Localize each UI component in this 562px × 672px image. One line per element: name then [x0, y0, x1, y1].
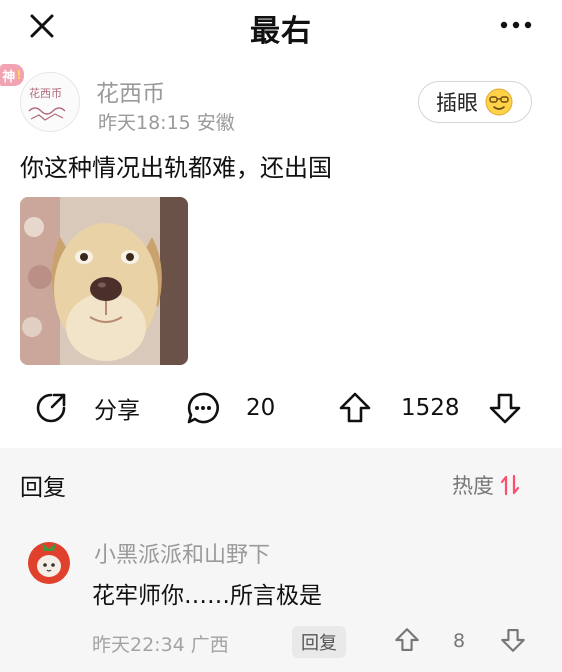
badge-mark: !	[16, 68, 22, 82]
sort-by-hot-button[interactable]: 热度	[452, 470, 520, 500]
sort-arrows-icon	[500, 474, 520, 496]
tomato-cat-avatar-icon	[28, 542, 70, 584]
upvote-button[interactable]	[338, 390, 372, 426]
upvote-arrow-icon	[395, 628, 419, 652]
dog-photo-icon	[20, 197, 188, 365]
top-bar: 最右	[0, 0, 562, 52]
commenter-avatar[interactable]	[24, 536, 74, 586]
avatar-text: 花西币	[29, 87, 62, 100]
more-button[interactable]	[494, 10, 538, 40]
comment-time-location: 昨天22:34 广西	[92, 634, 229, 656]
badge-text: 神	[2, 69, 16, 85]
comment-button[interactable]: 20	[186, 390, 275, 426]
comment-bubble-icon	[187, 392, 219, 424]
page-title: 最右	[250, 14, 312, 49]
follow-button[interactable]: 插眼	[418, 81, 532, 123]
commenter-name[interactable]: 小黑派派和山野下	[94, 537, 270, 569]
follow-label: 插眼	[436, 91, 478, 115]
upvote-arrow-icon	[339, 392, 371, 423]
downvote-arrow-icon	[501, 628, 525, 652]
comment-like-count: 8	[453, 630, 466, 652]
avatar-handwriting-icon: 花西币	[21, 73, 79, 131]
share-icon	[36, 393, 66, 423]
sort-label: 热度	[452, 474, 494, 498]
downvote-arrow-icon	[489, 393, 521, 424]
comment-count: 20	[246, 395, 276, 421]
like-count: 1528	[401, 395, 460, 421]
downvote-button[interactable]	[488, 390, 522, 426]
comment-upvote-button[interactable]	[394, 627, 420, 657]
post-image[interactable]	[20, 197, 188, 365]
replies-title: 回复	[20, 475, 66, 501]
post-time-location: 昨天18:15 安徽	[98, 112, 235, 134]
smiley-glasses-icon	[485, 88, 513, 116]
god-comment-badge: 神!	[0, 64, 24, 86]
share-button[interactable]: 分享	[34, 390, 140, 426]
comment-text: 花牢师你……所言极是	[92, 583, 322, 609]
share-label: 分享	[94, 398, 140, 424]
post-text: 你这种情况出轨都难，还出国	[20, 154, 332, 182]
more-dots-icon	[500, 21, 532, 29]
comment-downvote-button[interactable]	[500, 627, 526, 657]
author-avatar[interactable]: 花西币	[20, 72, 80, 132]
author-name[interactable]: 花西币	[96, 74, 165, 108]
reply-button[interactable]: 回复	[292, 626, 346, 658]
